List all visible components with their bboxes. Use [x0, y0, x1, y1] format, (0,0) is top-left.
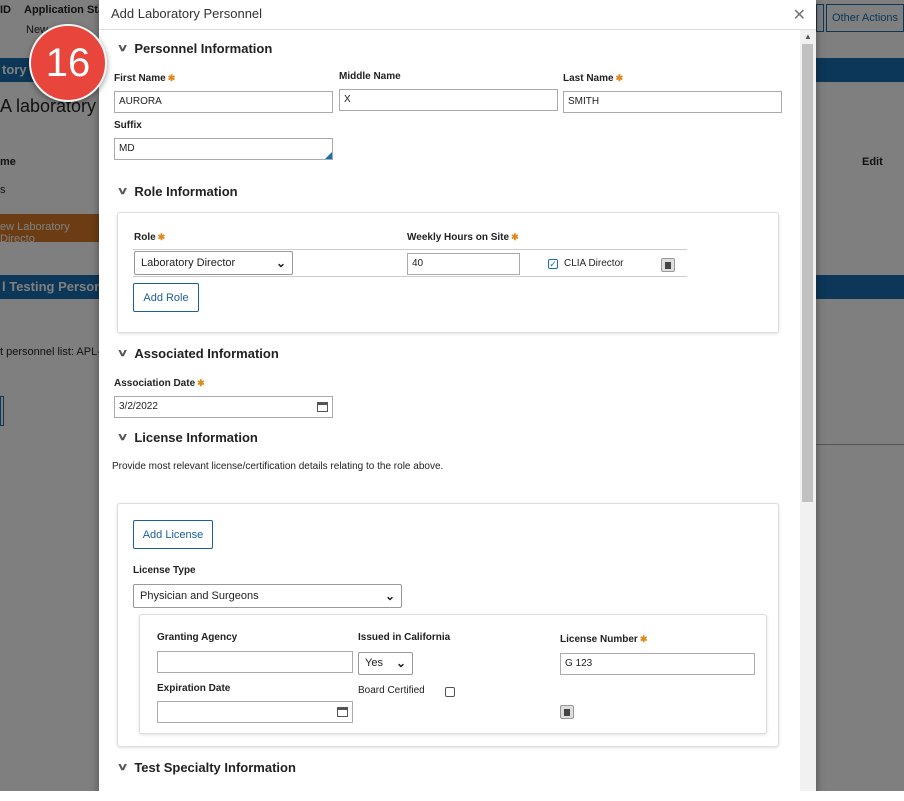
associated-section-title: Associated Information — [134, 346, 279, 361]
add-personnel-modal: Add Laboratory Personnel ✕ ▲ ▼ ∨ Personn… — [99, 0, 816, 801]
association-date-field[interactable]: 3/2/2022 — [114, 396, 333, 418]
first-name-value: AURORA — [119, 96, 162, 107]
expiration-date-field[interactable] — [157, 701, 353, 723]
chevron-down-icon: ∨ — [116, 348, 129, 359]
required-icon: ✱ — [197, 378, 205, 388]
issued-in-california-select[interactable]: Yes ⌄ — [358, 652, 413, 675]
first-name-label-text: First Name — [114, 73, 166, 84]
delete-license-icon[interactable] — [560, 705, 574, 719]
suffix-field[interactable]: MD — [114, 138, 333, 160]
required-icon: ✱ — [511, 232, 519, 242]
torn-edge — [0, 791, 904, 801]
delete-role-icon[interactable] — [661, 258, 675, 272]
last-name-field[interactable]: SMITH — [563, 91, 782, 113]
middle-name-field[interactable]: X — [339, 89, 558, 111]
clia-director-checkbox[interactable]: ✓ — [548, 259, 558, 269]
granting-agency-label: Granting Agency — [157, 632, 238, 643]
calendar-icon[interactable] — [337, 707, 348, 717]
license-type-label: License Type — [133, 565, 196, 576]
role-label: Role ✱ — [134, 232, 165, 243]
first-name-label: First Name ✱ — [114, 73, 175, 84]
license-section-title: License Information — [134, 430, 258, 445]
license-section-header[interactable]: ∨ License Information — [116, 430, 258, 445]
role-table-divider-bottom — [133, 276, 687, 277]
step-badge: 16 — [29, 24, 107, 102]
issued-in-california-label: Issued in California — [358, 632, 451, 643]
license-type-select[interactable]: Physician and Surgeons ⌄ — [133, 584, 402, 608]
middle-name-value: X — [344, 94, 351, 105]
expiration-date-label: Expiration Date — [157, 683, 231, 694]
calendar-icon[interactable] — [317, 402, 328, 412]
suffix-value: MD — [119, 143, 135, 154]
role-section-title: Role Information — [134, 184, 238, 199]
license-number-label-text: License Number — [560, 634, 638, 645]
chevron-down-icon: ∨ — [116, 762, 129, 773]
required-icon: ✱ — [167, 73, 176, 83]
association-date-label: Association Date ✱ — [114, 378, 205, 389]
dropdown-corner-icon — [325, 152, 332, 159]
suffix-label: Suffix — [114, 120, 142, 131]
chevron-down-icon: ⌄ — [395, 656, 406, 670]
license-number-value: G 123 — [565, 658, 593, 669]
clia-director-label: CLIA Director — [564, 258, 624, 269]
license-description: Provide most relevant license/certificat… — [112, 461, 444, 472]
required-icon: ✱ — [615, 73, 624, 83]
required-icon: ✱ — [639, 634, 648, 644]
modal-header: Add Laboratory Personnel ✕ — [99, 0, 816, 30]
last-name-label: Last Name ✱ — [563, 73, 623, 84]
middle-name-label: Middle Name — [339, 71, 401, 82]
hours-field[interactable]: 40 — [407, 253, 520, 275]
association-date-value: 3/2/2022 — [119, 401, 158, 412]
role-label-text: Role — [134, 232, 156, 243]
chevron-down-icon: ∨ — [116, 43, 129, 54]
scrollbar[interactable]: ▲ ▼ — [800, 30, 816, 801]
board-certified-label: Board Certified — [358, 685, 425, 696]
first-name-field[interactable]: AURORA — [114, 91, 333, 113]
add-license-button[interactable]: Add License — [133, 520, 213, 549]
last-name-label-text: Last Name — [563, 73, 614, 84]
add-license-label: Add License — [142, 528, 204, 541]
hours-label: Weekly Hours on Site ✱ — [407, 232, 519, 243]
issued-in-california-value: Yes — [365, 657, 383, 669]
chevron-down-icon: ⌄ — [384, 589, 395, 603]
test-specialty-section-title: Test Specialty Information — [134, 760, 296, 775]
hours-value: 40 — [412, 258, 424, 269]
granting-agency-field[interactable] — [157, 651, 353, 673]
license-type-value: Physician and Surgeons — [140, 590, 259, 602]
personnel-section-title: Personnel Information — [134, 41, 273, 56]
close-icon[interactable]: ✕ — [793, 5, 806, 25]
chevron-down-icon: ∨ — [116, 186, 129, 197]
license-number-label: License Number ✱ — [560, 634, 647, 645]
role-section-header[interactable]: ∨ Role Information — [116, 184, 238, 199]
license-number-field[interactable]: G 123 — [560, 653, 755, 675]
modal-title: Add Laboratory Personnel — [111, 6, 263, 21]
required-icon: ✱ — [157, 232, 166, 242]
role-table-divider — [133, 249, 687, 250]
step-number: 16 — [45, 40, 91, 85]
add-role-button[interactable]: Add Role — [133, 283, 199, 312]
add-role-label: Add Role — [143, 291, 189, 304]
chevron-down-icon: ∨ — [116, 432, 129, 443]
scroll-thumb[interactable] — [802, 44, 813, 502]
board-certified-checkbox[interactable] — [445, 687, 455, 697]
test-specialty-section-header[interactable]: ∨ Test Specialty Information — [116, 760, 296, 775]
scroll-up-icon[interactable]: ▲ — [804, 32, 812, 41]
chevron-down-icon: ⌄ — [275, 256, 286, 270]
personnel-section-header[interactable]: ∨ Personnel Information — [116, 41, 273, 56]
association-date-label-text: Association Date — [114, 378, 196, 389]
associated-section-header[interactable]: ∨ Associated Information — [116, 346, 279, 361]
last-name-value: SMITH — [568, 96, 600, 107]
hours-label-text: Weekly Hours on Site — [407, 232, 510, 243]
role-select[interactable]: Laboratory Director ⌄ — [134, 251, 293, 275]
role-select-value: Laboratory Director — [141, 257, 236, 269]
